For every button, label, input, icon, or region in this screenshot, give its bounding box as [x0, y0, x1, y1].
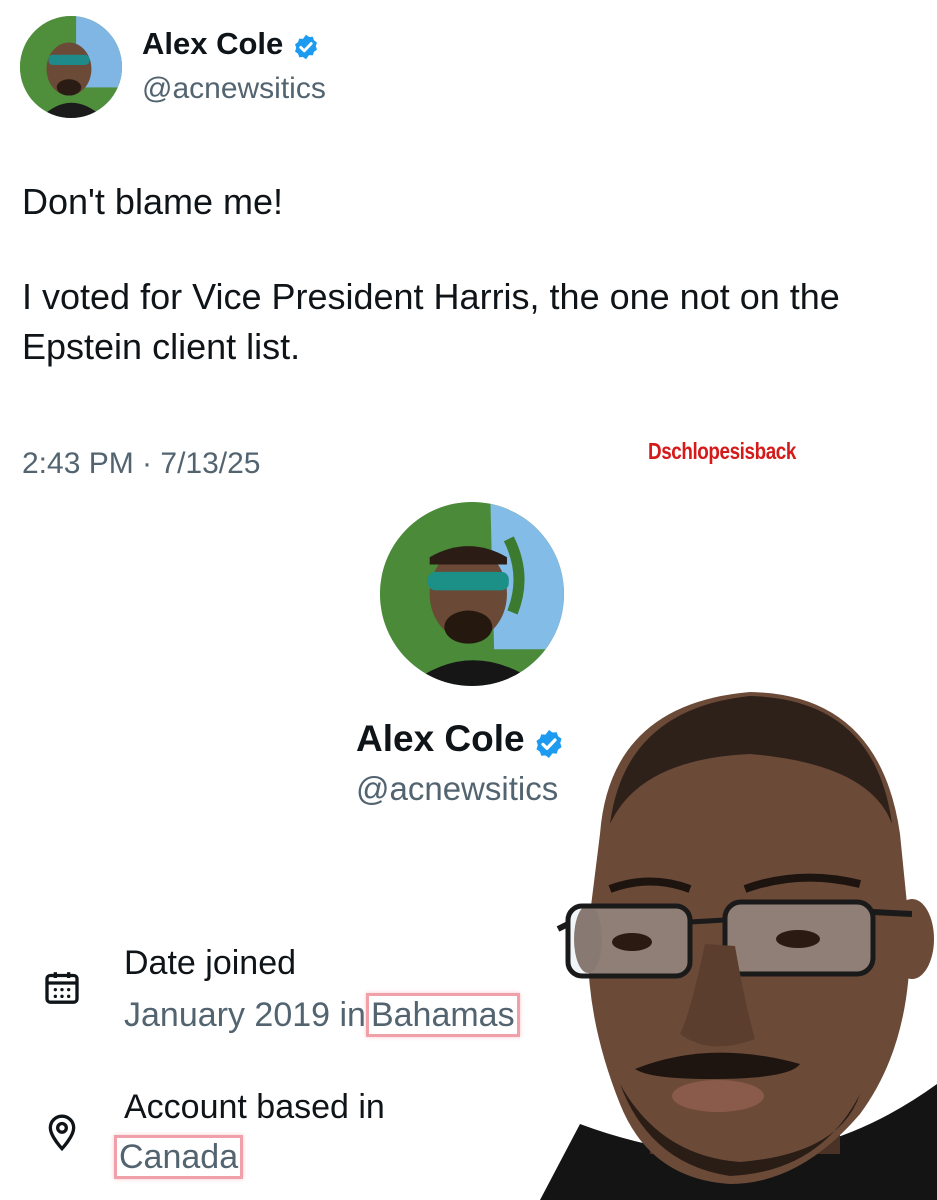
- tweet-author-handle[interactable]: @acnewsitics: [142, 72, 326, 106]
- account-based-value: Canada: [114, 1135, 244, 1179]
- avatar-portrait: [20, 16, 122, 118]
- tweet-text: Don't blame me! I voted for Vice Preside…: [22, 180, 922, 372]
- watermark-text: Dschlopesisback: [648, 438, 796, 464]
- tweet-text-line: Don't blame me!: [22, 181, 283, 222]
- date-joined-text: January 2019 in: [124, 996, 366, 1034]
- profile-name-row: Alex Cole: [356, 718, 565, 765]
- date-joined-location-highlight: Bahamas: [365, 993, 520, 1037]
- tweet-author-avatar[interactable]: [20, 16, 122, 118]
- calendar-icon: [42, 968, 82, 1008]
- profile-handle: @acnewsitics: [356, 770, 559, 807]
- profile-display-name: Alex Cole: [356, 718, 525, 759]
- avatar-portrait: [380, 502, 564, 686]
- tweet-author-name-row[interactable]: Alex Cole: [142, 26, 320, 66]
- account-based-country-highlight: Canada: [114, 1135, 244, 1179]
- overlay-portrait-photo: [540, 684, 937, 1200]
- account-based-label: Account based in: [124, 1088, 385, 1126]
- tweet-text-line: I voted for Vice President Harris, the o…: [22, 276, 840, 367]
- date-joined-label: Date joined: [124, 944, 297, 982]
- date-joined-value: January 2019 in Bahamas: [124, 993, 520, 1037]
- tweet-timestamp[interactable]: 2:43 PM · 7/13/25: [22, 447, 260, 481]
- location-pin-icon: [42, 1112, 82, 1152]
- verified-badge-icon: [292, 33, 320, 66]
- profile-avatar[interactable]: [380, 502, 564, 686]
- tweet-author-name[interactable]: Alex Cole: [142, 26, 283, 61]
